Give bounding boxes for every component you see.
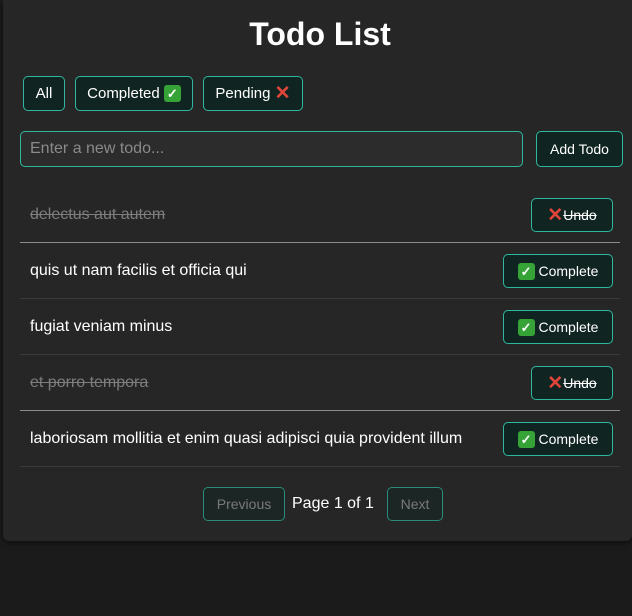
cross-mark-icon: ✕ bbox=[547, 372, 564, 394]
complete-button[interactable]: ✓ Complete bbox=[503, 310, 613, 344]
filter-completed-label: Completed bbox=[87, 85, 160, 102]
todo-text: quis ut nam facilis et officia qui bbox=[30, 262, 247, 279]
todo-row: laboriosam mollitia et enim quasi adipis… bbox=[20, 411, 620, 467]
complete-button[interactable]: ✓ Complete bbox=[503, 254, 613, 288]
undo-label: Undo bbox=[563, 375, 597, 391]
cross-mark-icon: ✕ bbox=[547, 204, 564, 226]
previous-page-button[interactable]: Previous bbox=[203, 487, 285, 521]
complete-label: Complete bbox=[538, 263, 599, 279]
cross-mark-icon: ✕ bbox=[274, 83, 291, 104]
add-todo-button[interactable]: Add Todo bbox=[536, 131, 623, 167]
complete-label: Complete bbox=[538, 319, 599, 335]
filter-all-button[interactable]: All bbox=[23, 76, 65, 111]
filter-all-label: All bbox=[35, 85, 53, 102]
next-label: Next bbox=[400, 496, 430, 512]
add-todo-label: Add Todo bbox=[550, 141, 609, 157]
page-indicator: Page 1 of 1 bbox=[292, 495, 374, 512]
todo-row: delectus aut autem ✕ Undo bbox=[20, 187, 620, 243]
todo-row: quis ut nam facilis et officia qui ✓ Com… bbox=[20, 243, 620, 299]
page-title: Todo List bbox=[249, 16, 391, 52]
complete-label: Complete bbox=[538, 431, 599, 447]
complete-button[interactable]: ✓ Complete bbox=[503, 422, 613, 456]
todo-text: et porro tempora bbox=[30, 374, 149, 391]
todo-row: et porro tempora ✕ Undo bbox=[20, 355, 620, 411]
check-mark-icon: ✓ bbox=[517, 318, 535, 336]
check-mark-icon: ✓ bbox=[163, 85, 181, 102]
filter-pending-button[interactable]: Pending ✕ bbox=[203, 76, 303, 111]
check-mark-icon: ✓ bbox=[517, 262, 535, 280]
undo-label: Undo bbox=[563, 207, 597, 223]
todo-text: laboriosam mollitia et enim quasi adipis… bbox=[30, 430, 463, 447]
undo-button[interactable]: ✕ Undo bbox=[531, 198, 613, 232]
todo-text: fugiat veniam minus bbox=[30, 318, 173, 335]
filter-pending-label: Pending bbox=[215, 85, 271, 102]
undo-button[interactable]: ✕ Undo bbox=[531, 366, 613, 400]
todo-row: fugiat veniam minus ✓ Complete bbox=[20, 299, 620, 355]
previous-label: Previous bbox=[216, 496, 272, 512]
todo-text: delectus aut autem bbox=[30, 206, 166, 223]
next-page-button[interactable]: Next bbox=[387, 487, 443, 521]
row-divider bbox=[20, 466, 620, 467]
filter-completed-button[interactable]: Completed ✓ bbox=[75, 76, 193, 111]
new-todo-input[interactable] bbox=[20, 131, 523, 167]
check-mark-icon: ✓ bbox=[517, 430, 535, 448]
